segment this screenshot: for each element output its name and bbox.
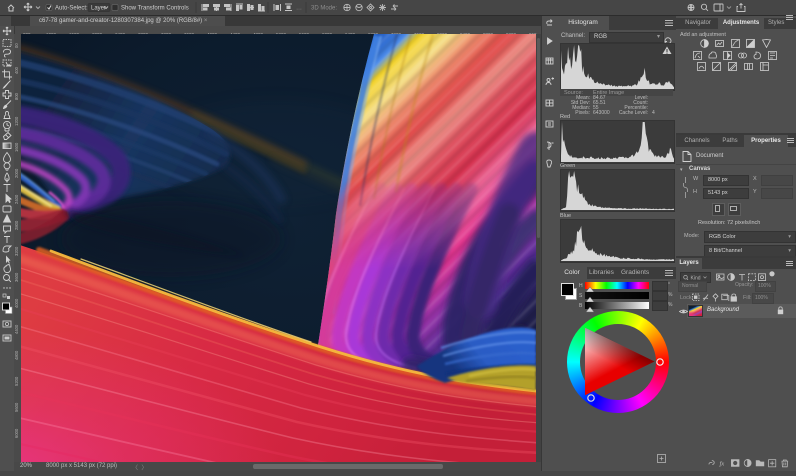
svg-text:Auto-Select:: Auto-Select: (55, 6, 88, 12)
svg-text:4800: 4800 (14, 350, 19, 360)
svg-text:3600: 3600 (14, 272, 19, 282)
svg-text:3D Mode:: 3D Mode: (311, 6, 337, 12)
svg-text:Show Transform Controls: Show Transform Controls (121, 6, 189, 12)
svg-text:fx: fx (719, 460, 724, 467)
svg-text:5200: 5200 (14, 376, 19, 386)
svg-text:4000: 4000 (14, 298, 19, 308)
svg-text:4400: 4400 (14, 324, 19, 334)
svg-text:5600: 5600 (14, 402, 19, 412)
svg-text:2400: 2400 (14, 194, 19, 204)
svg-text:2800: 2800 (14, 220, 19, 230)
svg-text:…: … (296, 6, 302, 12)
svg-text:6000: 6000 (14, 428, 19, 438)
svg-text:1200: 1200 (14, 116, 19, 126)
svg-text:00: 00 (14, 43, 19, 48)
svg-text:1600: 1600 (14, 142, 19, 152)
svg-text:3200: 3200 (14, 246, 19, 256)
svg-text:400: 400 (14, 66, 19, 74)
svg-text:800: 800 (14, 92, 19, 100)
svg-text:Layer: Layer (91, 6, 106, 12)
svg-text:2000: 2000 (14, 168, 19, 178)
